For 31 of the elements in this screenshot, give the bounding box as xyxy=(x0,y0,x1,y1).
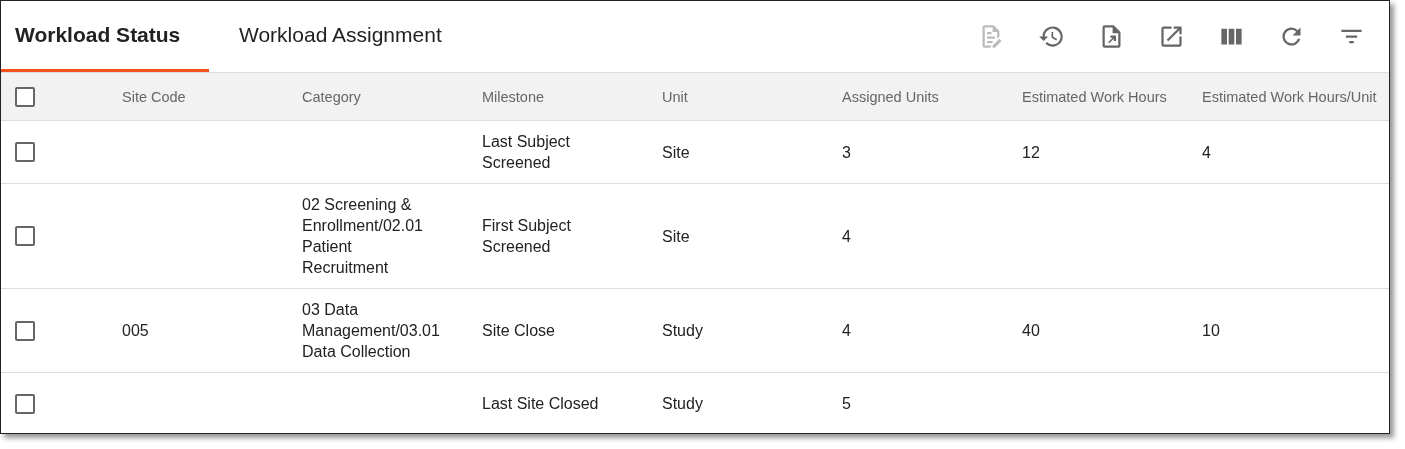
table-cell-text: Last Subject Screened xyxy=(482,132,572,173)
table-cell-text: Last Site Closed xyxy=(482,394,599,414)
table-cell-text: 5 xyxy=(842,394,851,414)
table-cell-text: 03 Data Management/03.01 Data Collection xyxy=(302,300,441,362)
history-icon xyxy=(1037,23,1065,50)
column-header[interactable]: Site Code xyxy=(122,88,186,105)
tab[interactable]: Workload Assignment xyxy=(209,1,456,72)
table-cell-text: 3 xyxy=(842,142,851,163)
table-cell-text: Study xyxy=(662,394,703,414)
row-checkbox[interactable] xyxy=(15,320,35,341)
table-cell-text: 4 xyxy=(1202,142,1211,163)
table-cell-text: 005 xyxy=(122,321,149,341)
row-checkbox[interactable] xyxy=(15,142,35,162)
column-header[interactable]: Assigned Units xyxy=(842,88,939,105)
column-header[interactable]: Category xyxy=(302,88,361,105)
column-header[interactable]: Unit xyxy=(662,88,688,105)
table-cell-text: 4 xyxy=(842,321,851,341)
row-checkbox[interactable] xyxy=(15,393,35,414)
row-checkbox[interactable] xyxy=(15,226,35,246)
select-all-checkbox[interactable] xyxy=(15,86,35,107)
column-header[interactable]: Milestone xyxy=(482,88,545,105)
table-cell-text: 40 xyxy=(1022,321,1040,341)
table-cell-text: 4 xyxy=(842,226,851,247)
table-cell-text: 10 xyxy=(1202,321,1220,341)
table-cell-text: Site Close xyxy=(482,321,555,341)
table-cell-text: 12 xyxy=(1022,142,1040,163)
table-cell-text: 02 Screening & Enrollment/02.01 Patient Recruitment xyxy=(302,195,424,278)
table-cell-text: Study xyxy=(662,321,703,341)
table-cell-text: Site xyxy=(662,142,690,163)
table-cell-text: Site xyxy=(662,226,690,247)
table-cell-text: First Subject Screened xyxy=(482,216,572,257)
